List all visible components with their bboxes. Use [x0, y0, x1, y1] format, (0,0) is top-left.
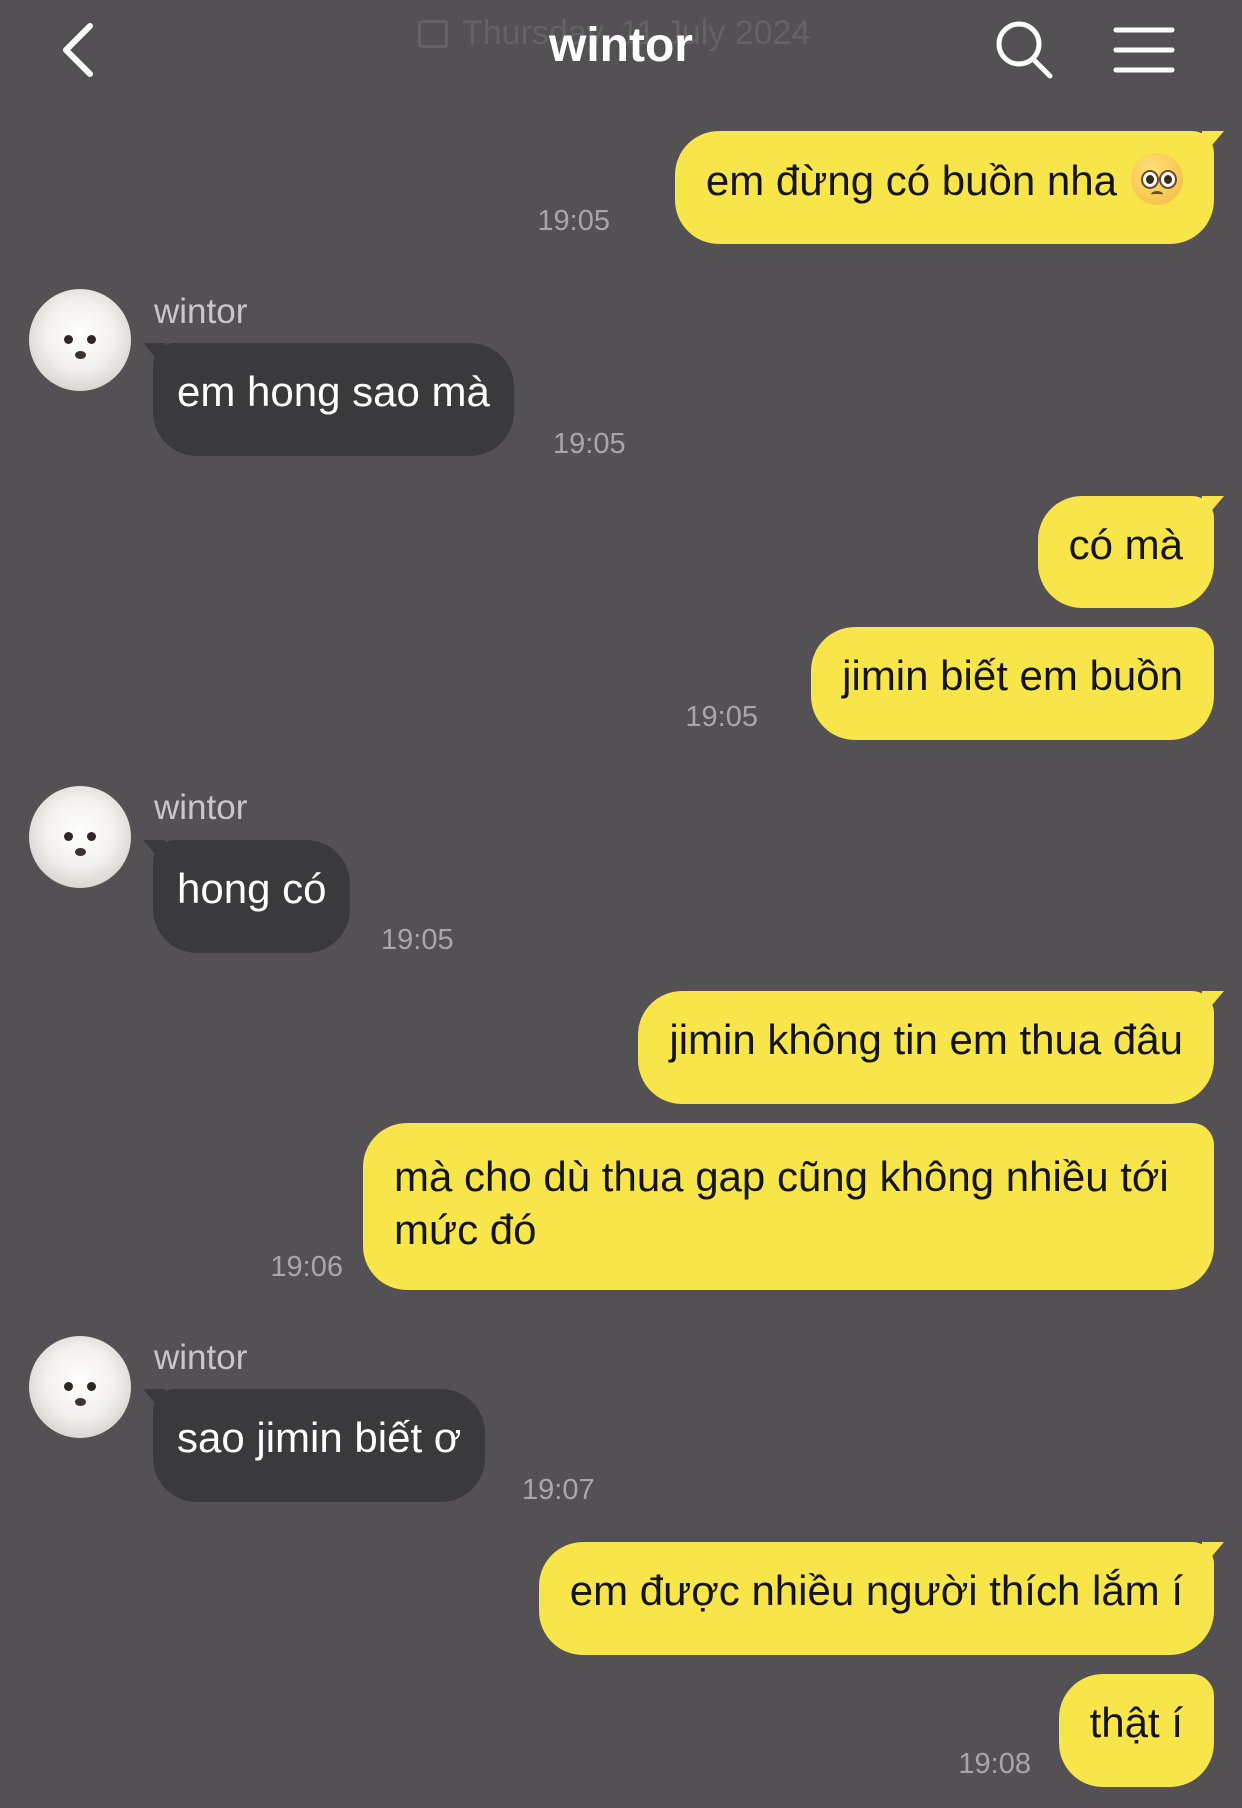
my-message-bubble[interactable]: em được nhiều người thích lắm í	[538, 1542, 1225, 1655]
chat-header: Thursday, 11 July 2024 wintor	[0, 0, 1242, 100]
message-timestamp: 19:05	[553, 428, 626, 460]
their-message-bubble[interactable]: sao jimin biết ơ	[142, 1389, 486, 1502]
my-message-bubble[interactable]: thật í	[1058, 1674, 1214, 1787]
contact-avatar[interactable]	[29, 1336, 131, 1438]
message-timestamp: 19:06	[270, 1251, 343, 1283]
my-message-bubble[interactable]: mà cho dù thua gap cũng không nhiều tới …	[363, 1123, 1214, 1290]
pleading-face-emoji-icon	[1131, 153, 1183, 205]
back-arrow-icon[interactable]	[56, 22, 104, 78]
sender-name: wintor	[154, 292, 248, 331]
my-message-bubble[interactable]: jimin biết em buồn	[811, 627, 1214, 740]
message-timestamp: 19:07	[522, 1474, 595, 1506]
message-timestamp: 19:05	[537, 205, 610, 237]
message-timestamp: 19:08	[958, 1748, 1031, 1780]
their-message-bubble[interactable]: hong có	[142, 840, 351, 953]
message-timestamp: 19:05	[381, 924, 454, 956]
my-message-bubble[interactable]: em đừng có buồn nha	[674, 131, 1225, 244]
my-message-bubble[interactable]: jimin không tin em thua đâu	[638, 991, 1224, 1104]
my-message-bubble[interactable]: có mà	[1037, 496, 1225, 608]
hamburger-menu-icon[interactable]	[1112, 22, 1176, 78]
contact-avatar[interactable]	[29, 786, 131, 888]
sender-name: wintor	[154, 788, 248, 827]
sender-name: wintor	[154, 1338, 248, 1377]
their-message-bubble[interactable]: em hong sao mà	[143, 343, 514, 456]
search-icon[interactable]	[992, 18, 1056, 82]
message-timestamp: 19:05	[685, 701, 758, 733]
contact-avatar[interactable]	[29, 289, 131, 391]
